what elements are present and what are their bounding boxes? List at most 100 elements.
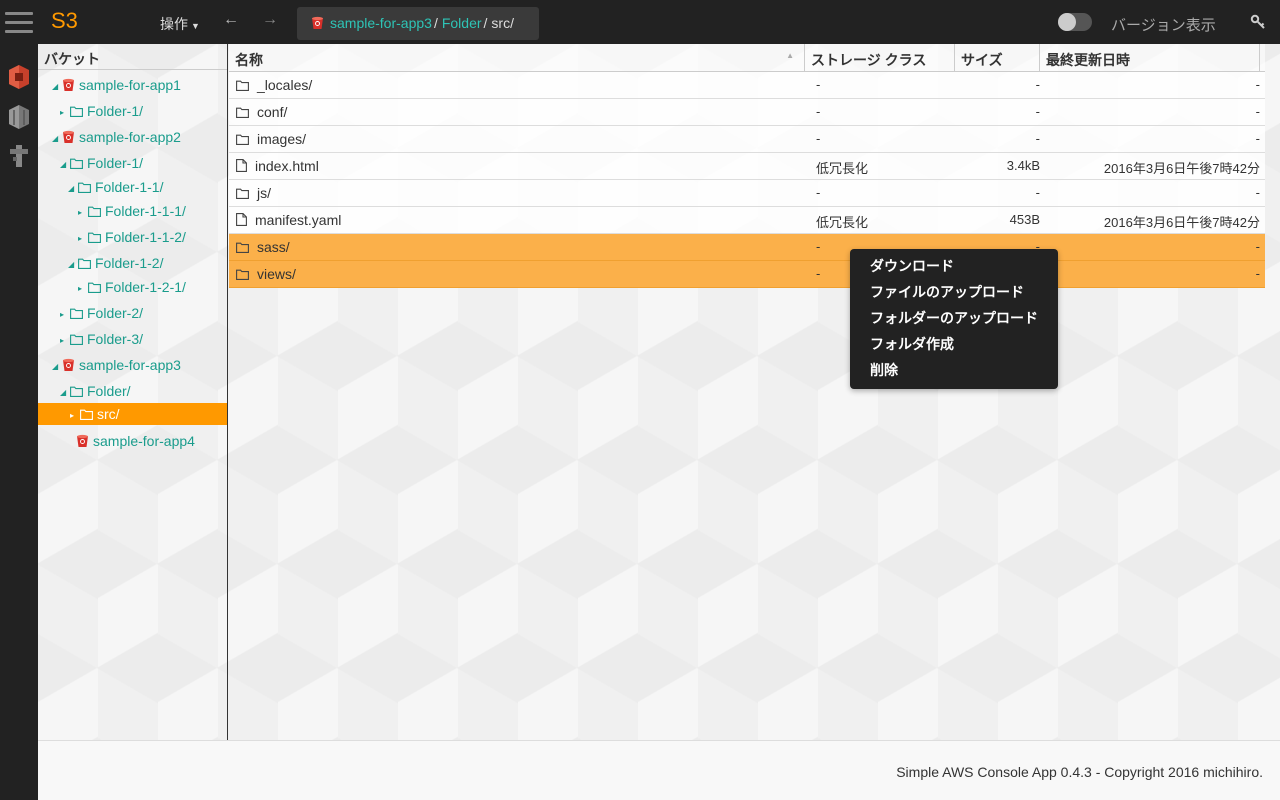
expand-arrow-icon[interactable]: ▸ [60,310,70,319]
table-row[interactable]: js/ - - - [229,180,1265,207]
folder-icon [70,306,83,319]
tree-item[interactable]: sample-for-app4 [66,431,195,453]
tree-item[interactable]: ▸ Folder-1-1-1/ [78,201,186,223]
breadcrumb-folder-link[interactable]: Folder [442,15,482,31]
cell-size: - [1035,104,1040,119]
tree-item[interactable]: ▸ Folder-1-1-2/ [78,227,186,249]
folder-icon [70,156,83,169]
column-name-label: 名称 [235,52,263,68]
cell-storage-class: - [816,131,821,146]
breadcrumb-bucket-link[interactable]: sample-for-app3 [330,15,432,31]
tree-item[interactable]: ◢ Folder/ [60,381,131,403]
table-row[interactable]: _locales/ - - - [229,72,1265,99]
cell-name-text: conf/ [257,104,288,120]
menu-item-delete[interactable]: 削除 [850,360,1058,386]
folder-icon [236,105,249,118]
cell-storage-class: 低冗長化 [816,215,869,230]
collapse-arrow-icon[interactable]: ◢ [52,134,62,143]
table-row[interactable]: manifest.yaml 低冗長化 453B 2016年3月6日午後7時42分 [229,207,1265,234]
tree-item[interactable]: ▸ Folder-1/ [60,101,143,123]
cell-name: manifest.yaml [236,212,341,228]
cell-modified: 2016年3月6日午後7時42分 [1103,215,1260,230]
folder-icon [236,267,249,280]
collapse-arrow-icon[interactable]: ◢ [52,362,62,371]
tree-item[interactable]: ▸ Folder-3/ [60,329,143,351]
tree-item-label: sample-for-app1 [79,77,181,93]
tree-item[interactable]: ▸ Folder-2/ [60,303,143,325]
tree-item[interactable]: ◢ sample-for-app2 [52,127,181,149]
expand-arrow-icon[interactable]: ▸ [78,234,88,243]
key-icon[interactable] [1250,14,1266,30]
breadcrumb: sample-for-app3/Folder / src/ [297,7,539,40]
expand-arrow-icon[interactable]: ▸ [78,208,88,217]
collapse-arrow-icon[interactable]: ◢ [68,184,78,193]
collapse-arrow-icon[interactable]: ◢ [60,388,70,397]
cell-size: 3.4kB [1006,158,1040,173]
tree-item[interactable]: ▸ src/ [38,403,227,425]
tree-item[interactable]: ◢ sample-for-app1 [52,75,181,97]
version-toggle[interactable] [1058,13,1092,31]
ops-menu-button[interactable]: 操作 ▼ [160,14,200,34]
cell-storage-class: - [816,104,821,119]
tree-item-label: Folder/ [87,383,131,399]
cell-size: - [1035,77,1040,92]
menu-item-create-folder[interactable]: フォルダ作成 [850,334,1058,360]
tree-item[interactable]: ◢ Folder-1/ [60,153,143,175]
cell-modified: 2016年3月6日午後7時42分 [1103,161,1260,176]
table-row[interactable]: index.html 低冗長化 3.4kB 2016年3月6日午後7時42分 [229,153,1265,180]
hamburger-icon[interactable] [5,12,33,40]
cell-storage-class: - [816,77,821,92]
menu-item-upload-folder[interactable]: フォルダーのアップロード [850,308,1058,334]
toggle-knob [1058,13,1076,31]
collapse-arrow-icon[interactable]: ◢ [60,160,70,169]
cell-name-text: js/ [257,185,271,201]
expand-arrow-icon[interactable]: ▸ [78,284,88,293]
app-brand[interactable]: S3 [51,8,78,34]
column-header-storage-class[interactable]: ストレージ クラス [805,44,955,72]
forward-arrow-icon[interactable]: → [260,11,280,31]
table-row[interactable]: views/--- [229,261,1265,288]
s3-icon[interactable] [7,64,31,90]
cell-storage-class: - [816,185,821,200]
context-menu: ダウンロード ファイルのアップロード フォルダーのアップロード フォルダ作成 削除 [850,249,1058,389]
table-row[interactable]: images/ - - - [229,126,1265,153]
table-row[interactable]: conf/ - - - [229,99,1265,126]
menu-item-download[interactable]: ダウンロード [850,256,1058,282]
expand-arrow-icon[interactable]: ▸ [60,336,70,345]
tree-item[interactable]: ▸ Folder-1-2-1/ [78,277,186,299]
tree-item[interactable]: ◢ Folder-1-2/ [68,253,163,275]
cell-size: - [1035,185,1040,200]
cell-name: _locales/ [236,77,312,93]
ec2-icon[interactable] [7,104,31,130]
expand-arrow-icon[interactable]: ▸ [70,411,80,420]
expand-arrow-icon[interactable]: ▸ [60,108,70,117]
file-table: 名称 ▲ ストレージ クラス サイズ 最終更新日時 _locales/- - - con… [229,44,1265,740]
cell-name-text: sass/ [257,239,290,255]
cell-name-text: views/ [257,266,296,282]
file-icon [236,159,247,172]
menu-item-upload-file[interactable]: ファイルのアップロード [850,282,1058,308]
collapse-arrow-icon[interactable]: ◢ [52,82,62,91]
ops-menu-label: 操作 [160,16,188,32]
folder-icon [70,104,83,117]
tree-item-label: sample-for-app4 [93,433,195,449]
cell-modified: - [1255,239,1260,254]
column-header-name[interactable]: 名称 ▲ [229,44,805,72]
iam-icon[interactable] [7,143,31,169]
service-rail [0,0,38,800]
column-header-modified[interactable]: 最終更新日時 [1040,44,1260,72]
cell-size: 453B [1009,212,1040,227]
cell-modified: - [1255,185,1260,200]
table-row[interactable]: sass/- - - [229,234,1265,261]
tree-item-label: Folder-1-1-2/ [105,229,186,245]
column-header-size[interactable]: サイズ [955,44,1040,72]
folder-icon [88,280,101,293]
sidebar-title: バケット [38,44,227,70]
bucket-icon [76,434,89,448]
tree-item[interactable]: ◢ sample-for-app3 [52,355,181,377]
back-arrow-icon[interactable]: ← [221,11,241,31]
cell-modified: - [1255,104,1260,119]
collapse-arrow-icon[interactable]: ◢ [68,260,78,269]
cell-storage-class: - [816,266,821,281]
tree-item[interactable]: ◢ Folder-1-1/ [68,177,163,199]
